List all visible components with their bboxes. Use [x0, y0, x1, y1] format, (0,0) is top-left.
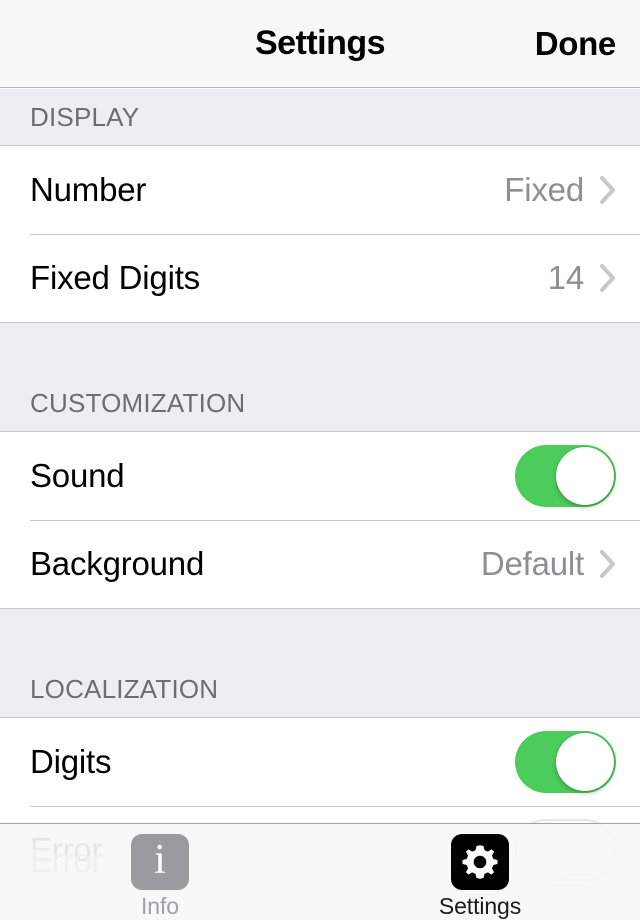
row-accessory: 14	[548, 259, 616, 297]
navigation-bar: Settings Done	[0, 0, 640, 88]
row-label: Number	[30, 171, 147, 208]
settings-screen: Settings Done DISPLAY Number Fixed Fixed…	[0, 0, 640, 920]
section-header-customization: CUSTOMIZATION	[0, 322, 640, 432]
section-header-localization: LOCALIZATION	[0, 608, 640, 718]
tab-label: Settings	[438, 893, 522, 919]
row-value: 14	[547, 259, 585, 296]
row-accessory	[515, 445, 616, 507]
row-accessory: Default	[481, 545, 616, 583]
row-number[interactable]: Number Fixed	[0, 146, 640, 234]
gear-icon	[451, 834, 509, 890]
section-title: CUSTOMIZATION	[30, 388, 246, 418]
done-button[interactable]: Done	[535, 25, 617, 63]
settings-table[interactable]: DISPLAY Number Fixed Fixed Digits 14 CUS…	[0, 89, 640, 920]
chevron-right-icon	[600, 176, 616, 204]
row-digits[interactable]: Digits	[0, 718, 640, 806]
section-title: LOCALIZATION	[30, 674, 219, 704]
row-label: Background	[30, 545, 205, 582]
row-value: Default	[480, 545, 584, 582]
chevron-right-icon	[600, 264, 616, 292]
section-body-customization: Sound Background Default	[0, 432, 640, 608]
tab-settings[interactable]: Settings	[320, 824, 640, 920]
toggle-knob	[556, 447, 614, 505]
tab-info[interactable]: i Info	[0, 824, 320, 920]
info-glyph: i	[154, 837, 166, 883]
row-fixed-digits[interactable]: Fixed Digits 14	[0, 234, 640, 322]
row-label: Sound	[30, 457, 125, 494]
row-accessory	[515, 731, 616, 793]
tab-label: Info	[141, 893, 179, 919]
section-body-display: Number Fixed Fixed Digits 14	[0, 146, 640, 322]
sound-toggle[interactable]	[515, 445, 616, 507]
digits-toggle[interactable]	[515, 731, 616, 793]
section-header-display: DISPLAY	[0, 89, 640, 146]
row-label: Digits	[30, 743, 112, 780]
page-title: Settings	[254, 24, 386, 62]
row-label: Fixed Digits	[30, 259, 200, 296]
toggle-knob	[556, 733, 614, 791]
row-accessory: Fixed	[504, 171, 616, 209]
info-icon: i	[131, 834, 189, 890]
row-sound[interactable]: Sound	[0, 432, 640, 520]
row-background[interactable]: Background Default	[0, 520, 640, 608]
section-title: DISPLAY	[30, 102, 140, 132]
row-value: Fixed	[504, 171, 584, 208]
chevron-right-icon	[600, 550, 616, 578]
tab-bar: i Info Settings Error	[0, 823, 640, 920]
